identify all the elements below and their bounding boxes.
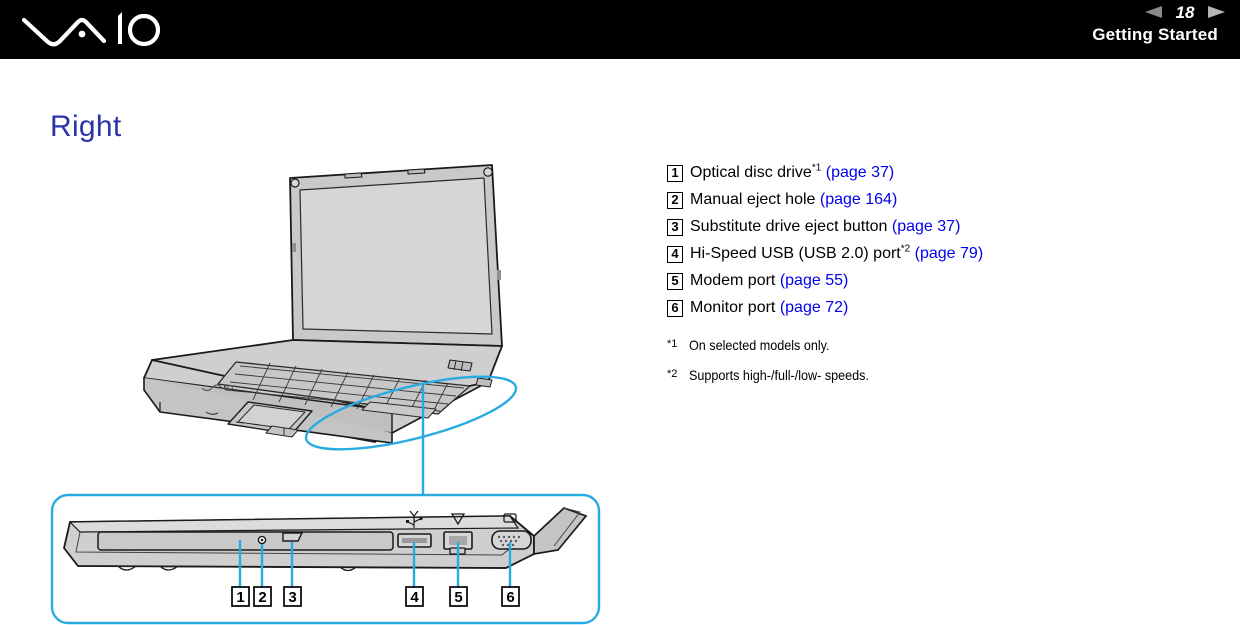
- vaio-logo: [22, 12, 161, 47]
- page-reference-link[interactable]: (page 37): [826, 164, 895, 181]
- callout-number-badge: 5: [667, 273, 683, 290]
- list-item: 5 Modem port (page 55): [667, 271, 1227, 298]
- header-navigation[interactable]: 18: [1144, 1, 1226, 23]
- legend-item-footnote-mark: *2: [900, 243, 911, 255]
- list-item: 1 Optical disc drive*1 (page 37): [667, 163, 1227, 190]
- footnote-mark: *2: [667, 368, 678, 380]
- legend-item-text: Hi-Speed USB (USB 2.0) port*2 (page 79): [690, 244, 983, 264]
- callout-number-badge: 6: [667, 300, 683, 317]
- page-title: Right: [50, 110, 122, 143]
- callout-number-badge: 1: [667, 165, 683, 182]
- right-side-detail-panel: 1 2 3 4 5 6: [50, 493, 601, 625]
- legend-list: 1 Optical disc drive*1 (page 37) 2 Manua…: [667, 163, 1227, 325]
- callout-number-badge: 3: [288, 589, 296, 606]
- legend-item-text: Monitor port (page 72): [690, 298, 848, 318]
- legend-item-text: Substitute drive eject button (page 37): [690, 217, 960, 237]
- laptop-open-view: [143, 164, 503, 444]
- callout-number-badge: 6: [506, 589, 514, 606]
- legend-item-label: Modem port: [690, 272, 776, 289]
- footnote-text: Supports high-/full-/low- speeds.: [689, 367, 869, 383]
- legend-item-text: Modem port (page 55): [690, 271, 848, 291]
- legend-item-text: Optical disc drive*1 (page 37): [690, 163, 894, 183]
- list-item: 3 Substitute drive eject button (page 37…: [667, 217, 1227, 244]
- page-reference-link[interactable]: (page 55): [780, 272, 849, 289]
- triangle-left-icon[interactable]: [1144, 5, 1164, 19]
- optical-disc-drive: [97, 531, 394, 551]
- right-side-illustration: 1 2 3 4 5 6: [50, 164, 601, 625]
- triangle-right-icon[interactable]: [1206, 5, 1226, 19]
- callout-number-badge: 4: [667, 246, 683, 263]
- legend-item-label: Optical disc drive: [690, 164, 812, 181]
- footnotes: *1 On selected models only. *2 Supports …: [667, 337, 1187, 397]
- callout-number-badge: 4: [410, 589, 419, 606]
- legend-item-label: Monitor port: [690, 299, 776, 316]
- page-reference-link[interactable]: (page 164): [820, 191, 897, 208]
- legend-item-footnote-mark: *1: [811, 162, 822, 174]
- legend-item-label: Manual eject hole: [690, 191, 816, 208]
- section-title: Getting Started: [1092, 25, 1218, 44]
- callout-number-badge: 3: [667, 219, 683, 236]
- footnote-text: On selected models only.: [689, 337, 830, 353]
- page-header: 18 Getting Started: [0, 0, 1240, 59]
- page-reference-link[interactable]: (page 72): [780, 299, 849, 316]
- legend-item-text: Manual eject hole (page 164): [690, 190, 897, 210]
- list-item: 6 Monitor port (page 72): [667, 298, 1227, 325]
- callout-number-badge: 2: [258, 589, 266, 606]
- list-item: 4 Hi-Speed USB (USB 2.0) port*2 (page 79…: [667, 244, 1227, 271]
- callout-number-badge: 1: [236, 589, 244, 606]
- footnote: *2 Supports high-/full-/low- speeds.: [667, 367, 1187, 397]
- legend-item-label: Hi-Speed USB (USB 2.0) port: [690, 245, 901, 262]
- list-item: 2 Manual eject hole (page 164): [667, 190, 1227, 217]
- page-reference-link[interactable]: (page 79): [915, 245, 984, 262]
- footnote-mark: *1: [667, 338, 678, 350]
- substitute-drive-eject-button[interactable]: [282, 532, 304, 542]
- page-reference-link[interactable]: (page 37): [892, 218, 961, 235]
- legend-item-label: Substitute drive eject button: [690, 218, 888, 235]
- callout-number-badge: 5: [454, 589, 462, 606]
- footnote: *1 On selected models only.: [667, 337, 1187, 367]
- page-number: 18: [1175, 2, 1195, 22]
- callout-number-badge: 2: [667, 192, 683, 209]
